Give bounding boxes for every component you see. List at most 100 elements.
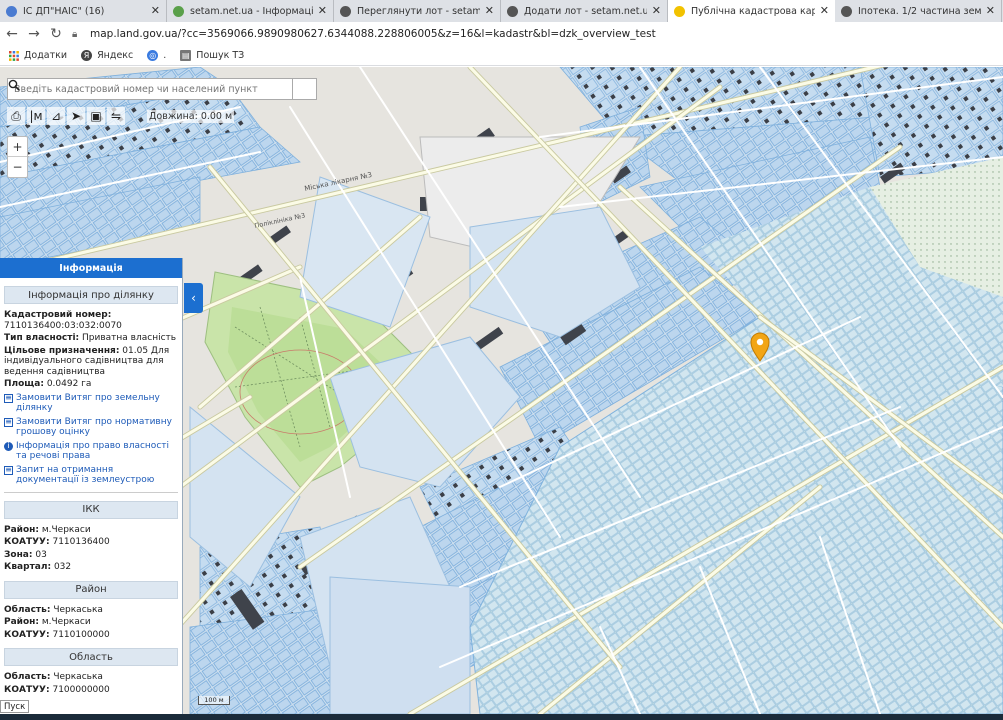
reload-button[interactable]: ↻ — [46, 24, 66, 44]
browser-tab-strip: ІС ДП"НАІС" (16) ✕ setam.net.ua - Інформац… — [0, 0, 1003, 22]
zoom-control: + − — [7, 136, 28, 178]
tab-title: Додати лот - setam.net.ua — [524, 5, 647, 17]
divider — [4, 491, 178, 493]
region-region-row: Область: Черкаська — [4, 672, 178, 683]
bookmark-yandex[interactable]: Я Яндекс — [81, 50, 133, 61]
arrow-right-icon: → — [28, 26, 40, 42]
field-value: Черкаська — [53, 672, 103, 682]
field-label: КОАТУУ: — [4, 629, 50, 640]
district-region-row: Область: Черкаська — [4, 605, 178, 616]
close-icon[interactable]: ✕ — [820, 4, 829, 17]
cadastral-number-row: Кадастровий номер: 7110136400:03:032:007… — [4, 310, 178, 331]
field-label: КОАТУУ: — [4, 684, 50, 695]
ownership-row: Тип власності: Приватна власність — [4, 333, 178, 344]
bookmarks-bar: Додатки Я Яндекс ◎ . ▤ Пошук ТЗ — [0, 46, 1003, 66]
field-value: 7110136400 — [52, 537, 110, 547]
bookmark-label: Додатки — [24, 50, 68, 61]
lock-icon: 🔒︎ — [72, 28, 78, 40]
order-land-extract-link[interactable]: ≡ Замовити Витяг про земельну ділянку — [4, 393, 178, 414]
browser-tab[interactable]: Переглянути лот - setam.net.ua ✕ — [334, 0, 501, 22]
link-label: Замовити Витяг про земельну ділянку — [16, 392, 160, 414]
document-icon: ≡ — [4, 416, 13, 427]
tab-title: setam.net.ua - Інформація для у — [190, 5, 313, 17]
field-value: Черкаська — [53, 604, 103, 615]
arrow-left-icon: ← — [6, 26, 18, 42]
measure-distance-button[interactable]: |ᴍ — [27, 107, 45, 125]
file-icon: ▤ — [180, 50, 192, 61]
info-icon: i — [4, 441, 13, 451]
apps-grid-icon — [8, 50, 19, 61]
browser-tab[interactable]: ІС ДП"НАІС" (16) ✕ — [0, 0, 167, 22]
cadastral-search-box — [7, 78, 317, 100]
search-button[interactable] — [8, 78, 316, 100]
tab-favicon-icon — [841, 5, 852, 17]
address-bar-row: ← → ↻ 🔒︎ map.land.gov.ua/?cc=3569066.989… — [0, 22, 1003, 46]
cadastral-number-value: 7110136400:03:032:0070 — [4, 320, 122, 331]
link-label: Запит на отримання документації із земле… — [16, 464, 155, 486]
link-label: Інформація про право власності та речові… — [16, 440, 170, 462]
field-label: Район: — [4, 524, 39, 535]
field-label: Область: — [4, 604, 51, 615]
select-button[interactable]: ➤ — [67, 107, 85, 125]
bookmark-site[interactable]: ◎ . — [147, 50, 166, 61]
bookmark-label: Пошук ТЗ — [196, 50, 245, 61]
browser-tab[interactable]: setam.net.ua - Інформація для у ✕ — [167, 0, 334, 22]
print-button[interactable]: ⎙ — [7, 107, 25, 125]
cadastral-search-input[interactable] — [8, 83, 292, 95]
ownership-value: Приватна власність — [82, 333, 177, 343]
field-label: Район: — [4, 617, 39, 627]
field-value: м.Черкаси — [41, 524, 91, 535]
field-label: КОАТУУ: — [4, 537, 50, 547]
bookmark-apps[interactable]: Додатки — [8, 50, 67, 61]
close-icon[interactable]: ✕ — [318, 4, 327, 17]
region-koatuu-row: КОАТУУ: 7100000000 — [4, 685, 178, 696]
field-value: 032 — [53, 562, 72, 572]
browser-tab[interactable]: Іпотека. 1/2 частина земельної ✕ — [835, 0, 1002, 22]
info-panel-header: Інформація — [0, 258, 182, 278]
district-koatuu-row: КОАТУУ: 7110100000 — [4, 630, 178, 641]
info-panel: Інформація Інформація про ділянку Кадаст… — [0, 258, 183, 714]
ruler-icon: |ᴍ — [29, 109, 43, 123]
measure-area-button[interactable]: ⊿ — [47, 107, 65, 125]
back-button[interactable]: ← — [2, 24, 22, 44]
zoom-out-button[interactable]: − — [8, 157, 27, 177]
purpose-label: Цільове призначення: — [4, 345, 120, 356]
monitor-button[interactable]: ▣ — [87, 107, 105, 125]
field-value: 7110100000 — [52, 629, 110, 640]
reload-icon: ↻ — [50, 26, 62, 42]
browser-tab[interactable]: Публічна кадастрова карта Укр ✕ — [668, 0, 835, 22]
start-button[interactable]: Пуск — [0, 700, 30, 713]
url-field[interactable]: 🔒︎ map.land.gov.ua/?cc=3569066.989098062… — [72, 24, 1003, 44]
land-docs-request-link[interactable]: ≡ Запит на отримання документації із земл… — [4, 465, 178, 486]
collapse-panel-button[interactable]: ‹ — [184, 283, 203, 313]
ikk-zone-row: Зона: 03 — [4, 550, 178, 561]
district-district-row: Район: м.Черкаси — [4, 617, 178, 628]
close-icon[interactable]: ✕ — [151, 4, 160, 17]
close-icon[interactable]: ✕ — [986, 4, 995, 17]
bookmark-label: . — [163, 50, 167, 61]
close-icon[interactable]: ✕ — [485, 4, 494, 17]
monitor-icon: ▣ — [90, 109, 102, 123]
field-label: Область: — [4, 672, 51, 682]
layers-button[interactable]: ⇋ — [107, 107, 125, 125]
area-row: Площа: 0.0492 га — [4, 379, 178, 390]
tab-title: Іпотека. 1/2 частина земельної — [858, 5, 981, 17]
close-icon[interactable]: ✕ — [652, 4, 661, 17]
ikk-koatuu-row: КОАТУУ: 7110136400 — [4, 537, 178, 548]
zoom-in-button[interactable]: + — [8, 137, 27, 157]
bookmark-search-tz[interactable]: ▤ Пошук ТЗ — [180, 50, 244, 61]
search-icon — [8, 79, 20, 91]
printer-icon: ⎙ — [11, 108, 21, 123]
forward-button[interactable]: → — [24, 24, 44, 44]
ikk-district-row: Район: м.Черкаси — [4, 525, 178, 536]
area-value: 0.0492 га — [46, 379, 92, 389]
ownership-rights-info-link[interactable]: i Інформація про право власності та речов… — [4, 441, 178, 462]
parcel-section-header: Інформація про ділянку — [4, 286, 178, 304]
area-icon: ⊿ — [50, 109, 62, 123]
order-valuation-extract-link[interactable]: ≡ Замовити Витяг про нормативну грошову о… — [4, 417, 178, 438]
field-value: 03 — [35, 549, 47, 560]
browser-tab[interactable]: Додати лот - setam.net.ua ✕ — [501, 0, 668, 22]
tab-favicon-icon — [674, 5, 685, 17]
field-value: 7100000000 — [52, 684, 110, 695]
chevron-left-icon: ‹ — [191, 291, 196, 305]
